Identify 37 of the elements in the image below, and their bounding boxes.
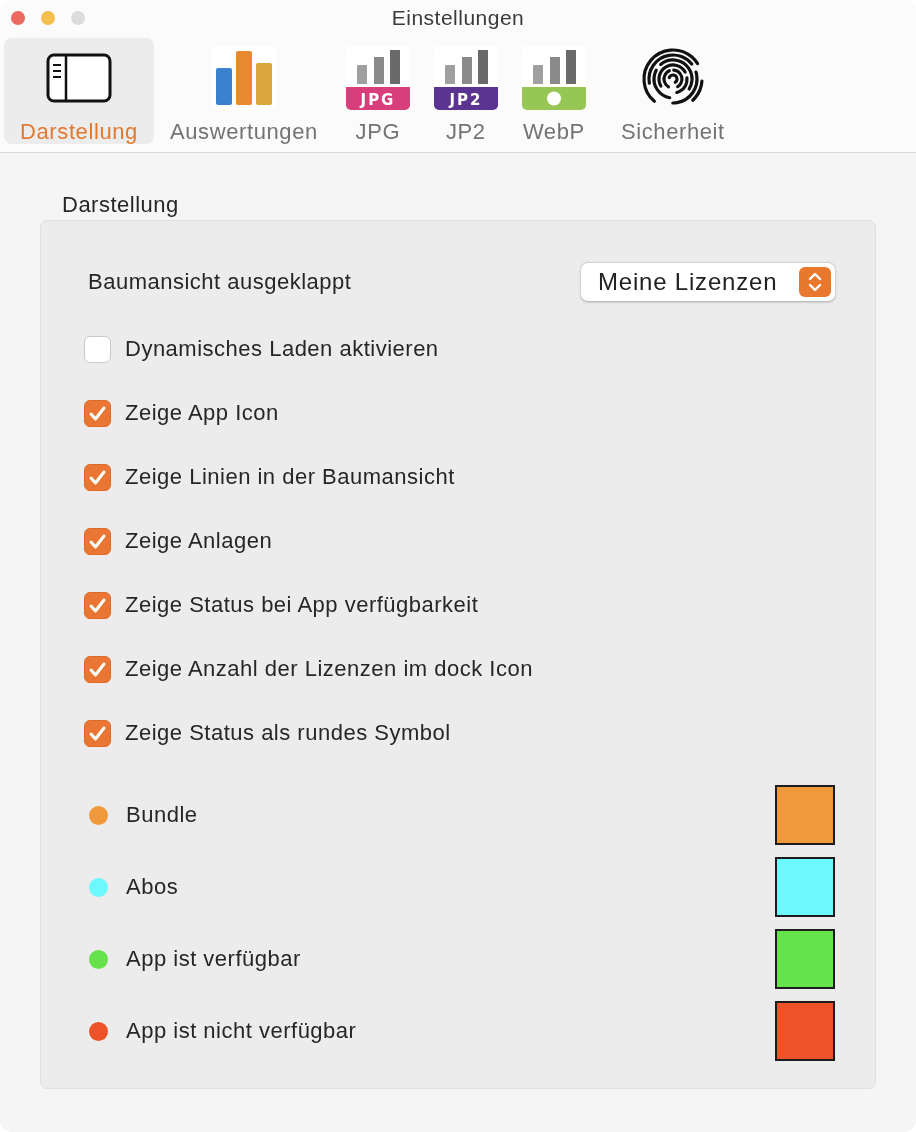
checkbox-label: Zeige Status als rundes Symbol <box>125 720 451 746</box>
popup-menu-button[interactable]: Meine Lizenzen <box>581 263 835 301</box>
checkbox-label: Zeige Anzahl der Lizenzen im dock Icon <box>125 656 533 682</box>
toolbar-tab[interactable]: JP2 JP2 <box>421 38 510 144</box>
toolbar-tab[interactable]: WebP <box>509 38 598 144</box>
setting-label: Baumansicht ausgeklappt <box>87 269 352 295</box>
close-button[interactable] <box>11 11 25 25</box>
checkbox[interactable] <box>84 399 111 427</box>
checkbox-label: Zeige Linien in der Baumansicht <box>125 464 455 490</box>
status-label: App ist nicht verfügbar <box>126 1018 357 1044</box>
color-swatch[interactable] <box>775 857 835 917</box>
sidebar-panel-icon <box>46 53 112 103</box>
window-title: Einstellungen <box>391 6 525 30</box>
checkbox[interactable] <box>84 719 111 747</box>
checkbox[interactable] <box>84 527 111 555</box>
checkbox-label: Zeige Status bei App verfügbarkeit <box>125 592 479 618</box>
status-label: Abos <box>126 874 179 900</box>
checkbox[interactable] <box>84 335 111 363</box>
chevron-up-down-icon <box>799 267 831 297</box>
badge-label: JP2 <box>449 91 483 109</box>
toolbar-tab[interactable]: JPG JPG <box>333 38 422 144</box>
color-swatch[interactable] <box>775 1001 835 1061</box>
group-title: Darstellung <box>61 192 180 218</box>
checkbox[interactable] <box>84 591 111 619</box>
status-label: App ist verfügbar <box>126 946 301 972</box>
badge-label: JPG <box>360 91 396 109</box>
color-swatch[interactable] <box>775 785 835 845</box>
toolbar-tab[interactable]: Sicherheit <box>597 38 748 144</box>
checkbox-label: Zeige App Icon <box>125 400 279 426</box>
status-label: Bundle <box>126 802 198 828</box>
checkbox-label: Zeige Anlagen <box>125 528 273 554</box>
color-swatch[interactable] <box>775 929 835 989</box>
checkbox[interactable] <box>84 655 111 683</box>
toolbar-tab[interactable]: Auswertungen <box>154 38 334 144</box>
checkbox[interactable] <box>84 463 111 491</box>
checkbox-label: Dynamisches Laden aktivieren <box>125 336 439 362</box>
toolbar-tab[interactable]: Darstellung <box>4 38 154 144</box>
